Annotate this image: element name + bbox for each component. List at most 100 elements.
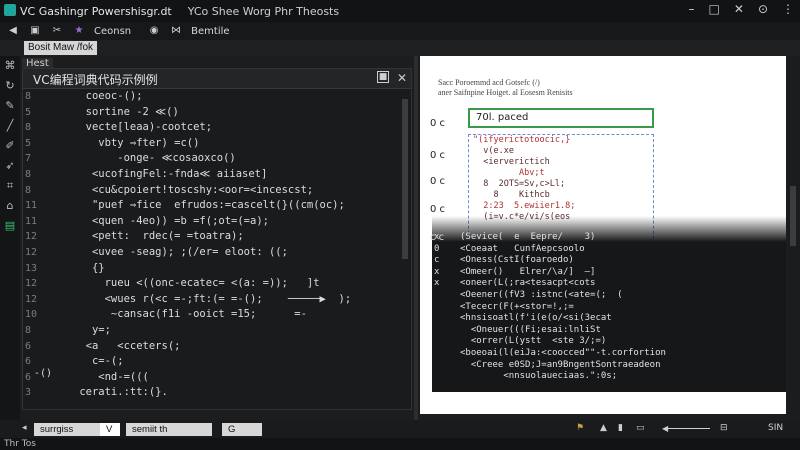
code-line: vbty ⇒fter) =c() <box>73 136 200 149</box>
menu-item[interactable]: Bosit Maw /fok <box>24 41 98 55</box>
line-number: 12 <box>25 231 38 243</box>
preview-code-line: (Sevice( e Eepre/ 3) <box>460 232 596 242</box>
code-line: <a <cceters(; <box>73 339 181 352</box>
preview-code-line: <hnsisoatl(f'i(e(o/<si(3ecat <box>460 313 612 324</box>
pen-icon[interactable]: ╱ <box>0 116 20 136</box>
right-scrollbar[interactable] <box>788 56 798 428</box>
bottom-tab-3[interactable]: G <box>222 423 262 436</box>
line-number-gutter: 8 5 8 5 7 8 8 11 11 12 12 13 12 12 10 8 6 6 6 3 <box>23 89 73 409</box>
layout-icon[interactable]: ▭ <box>636 423 645 433</box>
code-line: rueu <((onc-ecatec= <(a: =)); ]t <box>73 277 320 290</box>
preview-code-line: <oneer(L(;ra<tesacpt<cots <box>460 278 596 289</box>
editor-tab[interactable]: VC编程词典代码示例例 ■ ✕ <box>23 69 411 89</box>
pointer-icon[interactable]: ➶ <box>0 156 20 176</box>
crop-icon[interactable]: ⌗ <box>0 176 20 196</box>
preview-gutter-mark: x <box>434 278 440 289</box>
bottom-tab-1-suffix[interactable]: V <box>100 423 120 436</box>
line-number: 8 <box>25 324 32 336</box>
window-title: VC Gashingr Powershisgr.dt <box>20 4 172 18</box>
pane-divider[interactable] <box>414 56 418 428</box>
preview-gutter-mark: x <box>434 266 440 277</box>
preview-box-line: Abv;t <box>473 168 545 178</box>
preview-header-line: aner Saifnpine Hoiget. al Eosesm Renisit… <box>438 88 573 97</box>
editor-scrollbar[interactable] <box>401 95 409 401</box>
brush-icon[interactable]: ✐ <box>0 136 20 156</box>
line-number: 8 <box>25 91 32 102</box>
zoom-slider[interactable] <box>664 428 710 429</box>
preview-code-line: <Omeer() Elrer/\a/] —] <box>460 266 596 277</box>
toolbar-label-1[interactable]: Ceonsn <box>94 26 131 37</box>
bottom-bar: ◂ surrgiss V semiit th G ⚑ ▲ ▮ ▭ ◀ ⊟ SIN <box>0 420 800 438</box>
code-line: <wues r(<c =-;ft:(= =-(); ─────▶ ); <box>73 292 352 305</box>
bottom-tab-2[interactable]: semiit th <box>126 423 212 436</box>
preview-code-line: <Oness(CstI(foaroedo) <box>460 255 574 266</box>
vs-icon[interactable]: ⋈ <box>167 24 185 38</box>
code-line: <ucofingFel:-fnda≪ aiiaset] <box>73 167 268 180</box>
status-right-label: SIN <box>768 423 784 433</box>
line-number: 5 <box>25 106 32 118</box>
bell-icon[interactable]: ▮ <box>618 423 623 433</box>
window-subtitle: YCo Shee Worg Phr Theosts <box>187 4 340 18</box>
scrollbar-thumb[interactable] <box>790 186 796 246</box>
more-icon[interactable]: ⋮ <box>782 2 794 16</box>
split-icon[interactable]: ⊟ <box>720 423 728 433</box>
chevron-left-icon[interactable]: ◂ <box>22 423 27 433</box>
minimize-button[interactable]: – <box>689 2 695 16</box>
explorer-icon[interactable]: ⌘ <box>0 56 20 76</box>
preview-code-line: <boeoai(l(eiJa:<coocced""-t.corfortion <box>460 347 666 358</box>
maximize-button[interactable]: □ <box>709 2 720 16</box>
tag-icon[interactable]: ⌂ <box>0 196 20 216</box>
preview-code-line: <Oeener((fV3 :istnc(<ate=(; ( <box>460 289 623 300</box>
line-number: 12 <box>25 293 38 305</box>
bottom-tab-1[interactable]: surrgiss <box>34 423 100 436</box>
account-icon[interactable]: ⊙ <box>758 2 768 16</box>
preview-code-line: <Oneuer(((Fi;esai:lnliSt <box>460 324 601 335</box>
code-line: <pett: rdec(= =toatra); <box>73 230 244 243</box>
scrollbar-thumb[interactable] <box>402 99 408 259</box>
star-icon[interactable]: ★ <box>70 24 88 38</box>
editor-tab-title: VC编程词典代码示例例 <box>33 73 158 87</box>
extensions-icon[interactable]: ▤ <box>0 216 20 236</box>
line-number: 12 <box>25 246 38 258</box>
line-number: 8 <box>25 168 32 180</box>
code-line: {} <box>73 261 105 274</box>
row-label: 0 c <box>430 150 446 161</box>
record-icon[interactable]: ◉ <box>145 24 163 38</box>
line-number: 3 <box>25 387 32 399</box>
toolbar-label-2[interactable]: Bemtile <box>191 26 229 37</box>
scissors-icon[interactable]: ✂ <box>48 24 66 38</box>
line-number: 10 <box>25 309 38 321</box>
preview-input[interactable]: 70l. paced <box>468 108 654 128</box>
preview-gutter-mark: c <box>434 255 440 266</box>
edit-icon[interactable]: ✎ <box>0 96 20 116</box>
line-number: 12 <box>25 278 38 290</box>
preview-code-line: <orrer(L(ystt <ste 3/;=) <box>460 336 607 347</box>
back-icon[interactable]: ◀ <box>4 24 22 38</box>
code-editor[interactable]: VC编程词典代码示例例 ■ ✕ 8 5 8 5 7 8 8 11 11 12 12 13 12 12 10 8… <box>22 68 412 410</box>
stop-icon[interactable]: ■ <box>377 71 389 83</box>
refresh-icon[interactable]: ↻ <box>0 76 20 96</box>
preview-code-line: <Coeaat CunfAepcsoolo <box>460 243 585 254</box>
close-tab-icon[interactable]: ✕ <box>397 71 407 85</box>
flag-icon[interactable]: ⚑ <box>576 423 584 433</box>
preview-code-line: <Creee e0SD;J=an9BngentSontraeadeon <box>460 359 661 370</box>
preview-header: Sacc Poroemmd acd Gotsefc (/) aner Saifn… <box>438 78 573 98</box>
save-icon[interactable]: ▣ <box>26 24 44 38</box>
line-number: 5 <box>25 137 32 149</box>
code-line: <quen -4eo)) =b =f(;ot=(=a); <box>73 214 269 227</box>
warning-icon[interactable]: ▲ <box>600 423 607 433</box>
code-area[interactable]: coeoc-(); sortine -2 ≪() vecte[leaa)-coo… <box>73 89 403 409</box>
code-line: "puef ⇒fice efrudos:=cascelt(}((cm(oc); <box>73 199 345 212</box>
code-line: -onge- ≪cosaoxco() <box>73 152 236 165</box>
preview-code-line: <nnsuolaueciaas.":0s; <box>460 371 618 382</box>
close-button[interactable]: ✕ <box>734 2 744 16</box>
code-line: <uvee -seag); ;(/er= eloot: ((; <box>73 245 288 258</box>
code-line: sortine -2 ≪() <box>73 105 179 118</box>
row-label: 0 c <box>430 118 446 129</box>
line-number: 11 <box>25 215 38 227</box>
preview-gutter-mark: 0 <box>434 243 440 254</box>
line-number: 8 <box>25 184 32 196</box>
code-tail: -() <box>34 368 53 379</box>
preview-code-line: <Tececr(F(+<stor=!,;= <box>460 301 574 312</box>
line-number: 8 <box>25 122 32 134</box>
